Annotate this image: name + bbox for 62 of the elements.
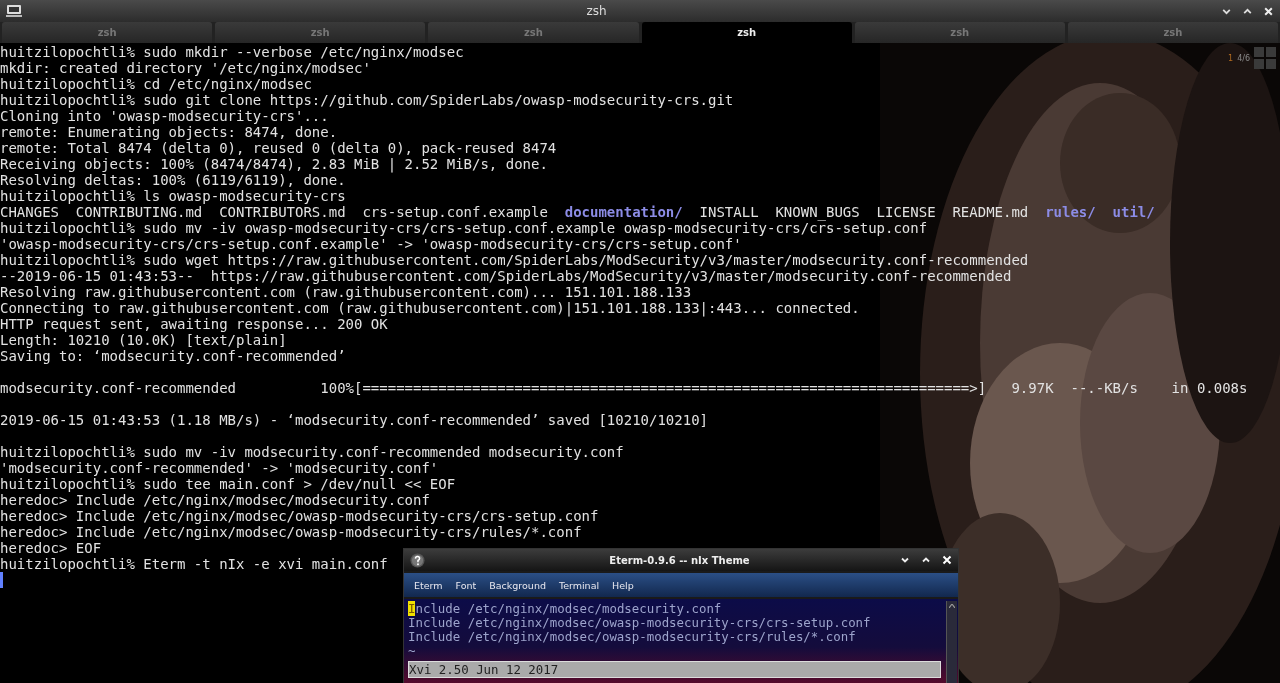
terminal-line: mkdir: created directory '/etc/nginx/modsec' xyxy=(0,60,371,76)
terminal-line: huitzilopochtli% sudo wget https://raw.githubusercontent.com/SpiderLabs/ModSecurity/v3/master/modsecurity.conf-recommended xyxy=(0,252,1029,268)
terminal-line: 'owasp-modsecurity-crs/crs-setup.conf.example' -> 'owasp-modsecurity-crs/crs-setup.conf' xyxy=(0,236,742,252)
terminal-line: modsecurity.conf-recommended 100%[========================================================================>] 9.97K --.-KB/s in 0.008s xyxy=(0,380,1248,396)
terminal-line: --2019-06-15 01:43:53-- https://raw.githubusercontent.com/SpiderLabs/ModSecurity/v3/master/modsecurity.conf-recommended xyxy=(0,268,1012,284)
directory-name: documentation/ xyxy=(564,204,683,220)
file-name: crs-setup.conf.example xyxy=(362,204,548,220)
terminal-line: huitzilopochtli% sudo mkdir --verbose /etc/nginx/modsec xyxy=(0,44,464,60)
terminal-line: huitzilopochtli% ls owasp-modsecurity-crs xyxy=(0,188,346,204)
menu-item[interactable]: Font xyxy=(455,579,477,591)
terminal-line: HTTP request sent, awaiting response... 200 OK xyxy=(0,316,388,332)
terminal-line: huitzilopochtli% sudo git clone https://github.com/SpiderLabs/owasp-modsecurity-crs.git xyxy=(0,92,734,108)
arrow-up-icon[interactable] xyxy=(949,604,955,608)
terminal-line: heredoc> EOF xyxy=(0,540,102,556)
terminal-line: Saving to: ‘modsecurity.conf-recommended’ xyxy=(0,348,346,364)
menu-item[interactable]: Help xyxy=(612,579,634,591)
terminal-line: heredoc> Include /etc/nginx/modsec/owasp-modsecurity-crs/crs-setup.conf xyxy=(0,508,599,524)
terminal-line: huitzilopochtli% cd /etc/nginx/modsec xyxy=(0,76,312,92)
menu-item[interactable]: Eterm xyxy=(414,579,443,591)
terminal-icon xyxy=(6,4,22,18)
terminal-line: 'modsecurity.conf-recommended' -> 'modsecurity.conf' xyxy=(0,460,439,476)
close-icon[interactable] xyxy=(1263,5,1274,17)
directory-name: rules/ xyxy=(1045,204,1096,220)
desktop-number: 1 xyxy=(1228,53,1234,63)
tab[interactable]: zsh xyxy=(641,22,852,43)
terminal-line: Connecting to raw.githubusercontent.com (raw.githubusercontent.com)|151.101.188.133|:443... connected. xyxy=(0,300,860,316)
terminal-line: huitzilopochtli% sudo mv -iv owasp-modsecurity-crs/crs-setup.conf.example owasp-modsecurity-crs/crs-setup.conf xyxy=(0,220,928,236)
help-icon[interactable] xyxy=(410,552,425,568)
editor-line: Include /etc/nginx/modsec/owasp-modsecurity-crs/rules/*.conf xyxy=(408,630,856,644)
terminal-line: Cloning into 'owasp-modsecurity-crs'... xyxy=(0,108,329,124)
terminal-line: huitzilopochtli% Eterm -t nIx -e xvi main.conf xyxy=(0,556,388,572)
terminal-line: heredoc> Include /etc/nginx/modsec/owasp-modsecurity-crs/rules/*.conf xyxy=(0,524,582,540)
terminal-line: remote: Total 8474 (delta 0), reused 0 (delta 0), pack-reused 8474 xyxy=(0,140,557,156)
editor-line: ~ xyxy=(408,644,417,658)
menu-item[interactable]: Terminal xyxy=(558,579,600,591)
file-name: INSTALL xyxy=(699,204,759,220)
maximize-icon[interactable] xyxy=(921,555,931,565)
terminal-line: Resolving raw.githubusercontent.com (raw.githubusercontent.com)... 151.101.188.133 xyxy=(0,284,692,300)
terminal-line: 2019-06-15 01:43:53 (1.18 MB/s) - ‘modsecurity.conf-recommended’ saved [10210/10210] xyxy=(0,412,708,428)
editor-text: nclude /etc/nginx/modsec/modsecurity.conf xyxy=(415,601,722,616)
file-name: CONTRIBUTORS.md xyxy=(219,204,346,220)
terminal-line: Receiving objects: 100% (8474/8474), 2.83 MiB | 2.52 MiB/s, done. xyxy=(0,156,548,172)
terminal-line: huitzilopochtli% sudo mv -iv modsecurity.conf-recommended modsecurity.conf xyxy=(0,444,624,460)
scrollbar[interactable] xyxy=(946,601,957,683)
file-name: KNOWN_BUGS xyxy=(775,204,860,220)
terminal-line: heredoc> Include /etc/nginx/modsec/modsecurity.conf xyxy=(0,492,430,508)
cursor-character: I xyxy=(408,601,416,616)
file-name: CHANGES xyxy=(0,204,59,220)
menu-item[interactable]: Background xyxy=(489,579,546,591)
file-name: README.md xyxy=(952,204,1029,220)
minimize-icon[interactable] xyxy=(900,555,910,565)
terminal-line: remote: Enumerating objects: 8474, done. xyxy=(0,124,338,140)
terminal-line: Resolving deltas: 100% (6119/6119), done. xyxy=(0,172,346,188)
terminal-line: huitzilopochtli% sudo tee main.conf > /dev/null << EOF xyxy=(0,476,456,492)
terminal-line: Length: 10210 (10.0K) [text/plain] xyxy=(0,332,287,348)
directory-name: util/ xyxy=(1112,204,1155,220)
editor-line: Include /etc/nginx/modsec/owasp-modsecurity-crs/crs-setup.conf xyxy=(408,616,872,630)
pager-position: 4/6 xyxy=(1237,53,1250,63)
file-name: CONTRIBUTING.md xyxy=(75,204,203,220)
window-title: zsh xyxy=(585,4,608,18)
file-name: LICENSE xyxy=(876,204,936,220)
window-title: Eterm-0.9.6 -- nIx Theme xyxy=(608,554,751,566)
